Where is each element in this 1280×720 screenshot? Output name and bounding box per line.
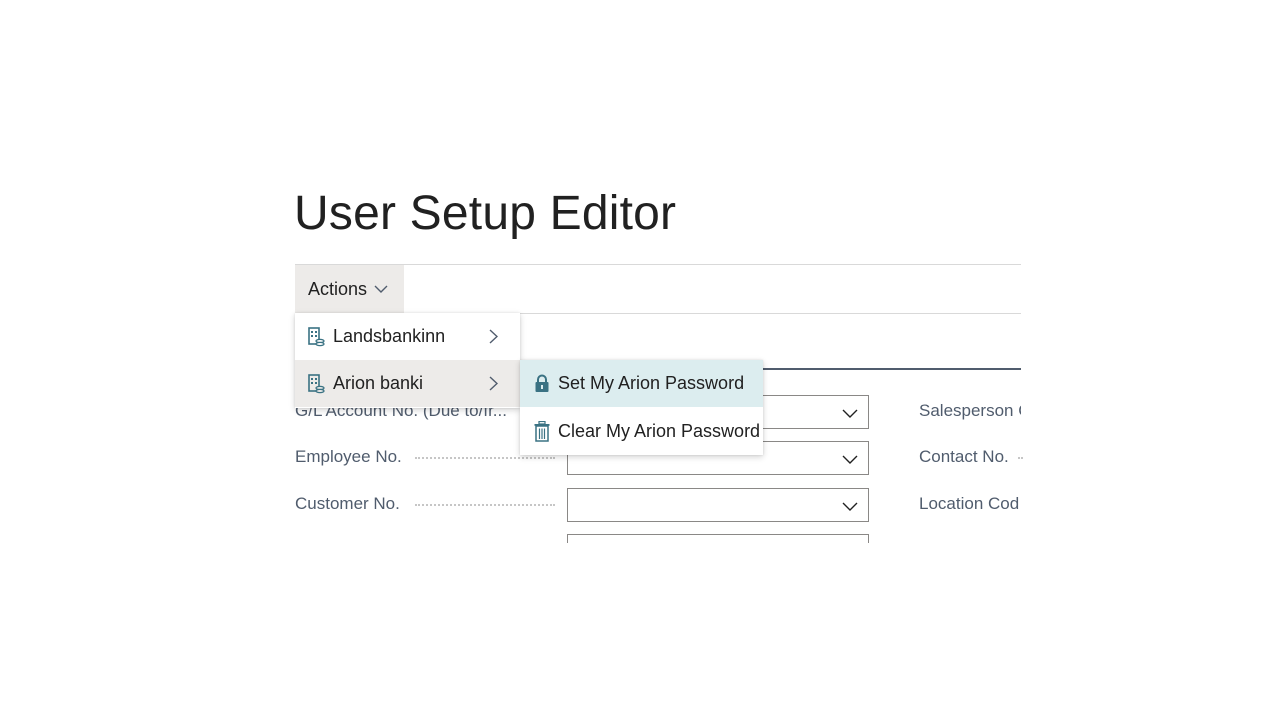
next-field-select[interactable] — [567, 534, 869, 543]
label-leader-dots — [1018, 457, 1021, 459]
action-bar: Actions — [295, 264, 1021, 314]
menu-item-label: Landsbankinn — [333, 326, 446, 346]
customer-select[interactable] — [567, 488, 869, 522]
contact-label: Contact No. — [919, 447, 1009, 466]
salesperson-label: Salesperson C — [919, 401, 1021, 420]
location-label: Location Cod — [919, 494, 1020, 513]
form-row-customer: Customer No. Location Cod — [295, 488, 1021, 522]
menu-item-clear-arion-password[interactable]: Clear My Arion Password — [520, 408, 763, 455]
bank-icon — [307, 327, 325, 352]
actions-button[interactable]: Actions — [295, 265, 404, 313]
employee-label: Employee No. — [295, 447, 402, 466]
menu-item-label: Set My Arion Password — [558, 373, 745, 393]
arion-submenu: Set My Arion Password Clear My Arion Pas… — [520, 360, 763, 455]
trash-icon — [534, 420, 550, 447]
label-leader-dots — [415, 457, 555, 459]
chevron-right-icon — [489, 328, 499, 349]
label-leader-dots — [415, 504, 555, 506]
page-title: User Setup Editor — [294, 187, 677, 240]
menu-item-label: Arion banki — [333, 373, 424, 393]
chevron-down-icon — [374, 285, 388, 294]
menu-item-label: Clear My Arion Password — [558, 421, 761, 441]
actions-menu: Landsbankinn Arion banki — [295, 313, 520, 408]
chevron-right-icon — [489, 375, 499, 396]
chevron-down-icon[interactable] — [842, 452, 858, 470]
chevron-down-icon[interactable] — [842, 406, 858, 424]
chevron-down-icon[interactable] — [842, 499, 858, 517]
menu-item-arion-banki[interactable]: Arion banki — [295, 360, 520, 407]
actions-label: Actions — [308, 278, 368, 299]
customer-label: Customer No. — [295, 494, 400, 513]
menu-item-landsbankinn[interactable]: Landsbankinn — [295, 313, 520, 360]
bank-icon — [307, 374, 325, 399]
lock-icon — [534, 374, 550, 399]
menu-item-set-arion-password[interactable]: Set My Arion Password — [520, 360, 763, 407]
